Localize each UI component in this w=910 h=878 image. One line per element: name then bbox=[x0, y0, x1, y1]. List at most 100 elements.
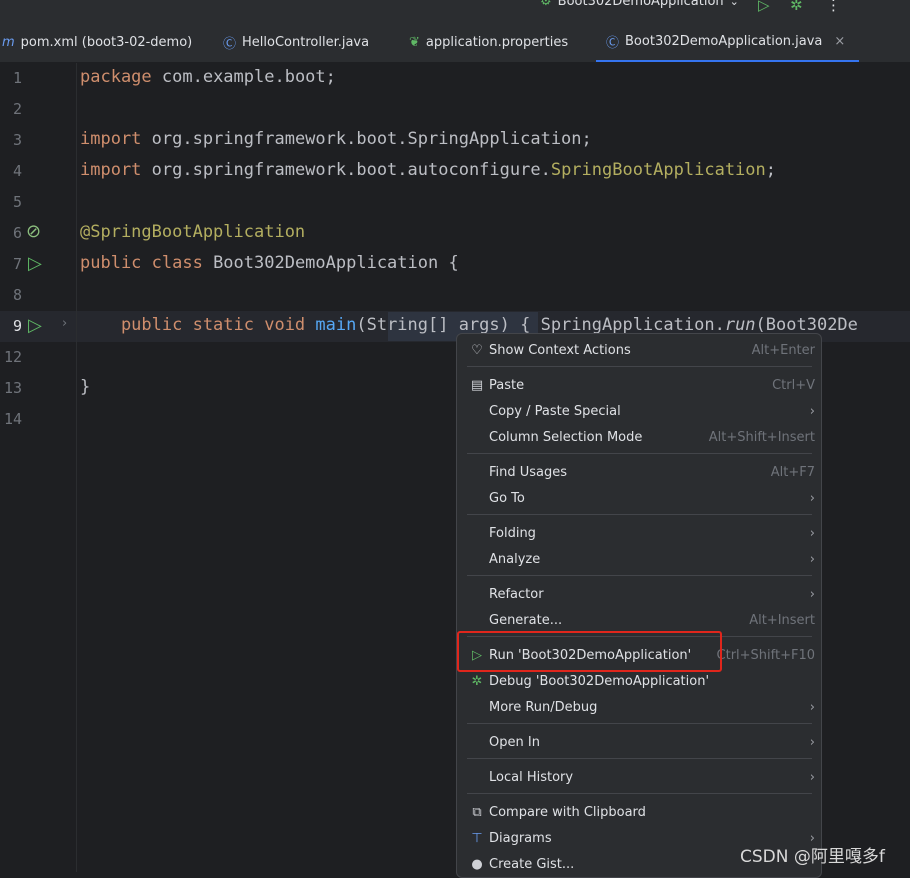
code-line-3: import org.springframework.boot.SpringAp… bbox=[80, 129, 592, 149]
line-number: 3 bbox=[12, 131, 22, 149]
line-number: 1 bbox=[12, 69, 22, 87]
keyword: public class bbox=[80, 253, 203, 273]
menu-item-show-context-actions[interactable]: ♡ Show Context Actions Alt+Enter bbox=[465, 337, 815, 363]
tab-label: Boot302DemoApplication.java bbox=[625, 33, 823, 49]
tab-pom-xml[interactable]: m pom.xml (boot3-02-demo) bbox=[2, 22, 192, 62]
chevron-right-icon: › bbox=[809, 490, 815, 506]
run-icon[interactable]: ▷ bbox=[758, 0, 770, 14]
run-configuration-selector[interactable]: ⚙ Boot302DemoApplication ⌄ bbox=[540, 0, 739, 9]
menu-item-go-to[interactable]: Go To › bbox=[465, 485, 815, 511]
menu-item-label: Paste bbox=[489, 377, 525, 393]
keyword: import bbox=[80, 160, 142, 180]
menu-separator bbox=[467, 758, 812, 759]
line-number: 6 bbox=[12, 224, 22, 242]
code-line-6: @SpringBootApplication bbox=[80, 222, 305, 242]
spring-class-icon: Ⓒ bbox=[606, 35, 620, 51]
method-name: main bbox=[305, 315, 357, 335]
menu-item-label: Debug 'Boot302DemoApplication' bbox=[489, 673, 710, 689]
line-number: 8 bbox=[12, 286, 22, 304]
code-text: (Boot302De bbox=[755, 315, 858, 335]
more-icon[interactable]: ⋮ bbox=[826, 0, 841, 14]
menu-item-shortcut: Ctrl+Shift+F10 bbox=[716, 647, 815, 663]
menu-item-compare-with-clipboard[interactable]: ⧉ Compare with Clipboard bbox=[465, 799, 815, 825]
menu-item-open-in[interactable]: Open In › bbox=[465, 729, 815, 755]
code-text: } bbox=[80, 377, 91, 397]
menu-item-shortcut: Ctrl+V bbox=[772, 377, 815, 393]
menu-item-shortcut: Alt+Insert bbox=[749, 612, 815, 628]
chevron-right-icon: › bbox=[809, 525, 815, 541]
code-line-13: } bbox=[80, 377, 90, 397]
menu-item-shortcut: Alt+Shift+Insert bbox=[708, 429, 815, 445]
tab-label: HelloController.java bbox=[242, 34, 370, 50]
spring-bean-icon[interactable]: ⊘ bbox=[26, 221, 41, 242]
chevron-right-icon: › bbox=[809, 586, 815, 602]
diagram-icon: ⊤ bbox=[471, 830, 483, 846]
lightbulb-icon: ♡ bbox=[471, 342, 483, 358]
line-number: 13 bbox=[3, 379, 22, 397]
chevron-right-icon: › bbox=[809, 403, 815, 419]
menu-item-local-history[interactable]: Local History › bbox=[465, 764, 815, 790]
menu-separator bbox=[467, 514, 812, 515]
menu-item-generate[interactable]: Generate... Alt+Insert bbox=[465, 607, 815, 633]
menu-item-label: Compare with Clipboard bbox=[489, 804, 646, 820]
watermark: CSDN @阿里嘎多f bbox=[740, 847, 885, 867]
tab-label: pom.xml (boot3-02-demo) bbox=[20, 34, 193, 50]
line-number: 4 bbox=[12, 162, 22, 180]
debug-icon: ✲ bbox=[471, 673, 483, 689]
keyword: public static void bbox=[80, 315, 306, 335]
tab-boot302-demo-application[interactable]: Ⓒ Boot302DemoApplication.java × bbox=[596, 22, 860, 62]
chevron-right-icon: › bbox=[809, 769, 815, 785]
menu-item-label: Local History bbox=[489, 769, 574, 785]
menu-item-folding[interactable]: Folding › bbox=[465, 520, 815, 546]
annotation-highlight-box bbox=[457, 631, 722, 672]
line-number: 12 bbox=[3, 348, 22, 366]
menu-item-shortcut: Alt+F7 bbox=[770, 464, 815, 480]
line-number: 9 bbox=[12, 317, 22, 335]
menu-item-column-selection-mode[interactable]: Column Selection Mode Alt+Shift+Insert bbox=[465, 424, 815, 450]
clipboard-icon: ▤ bbox=[470, 377, 484, 393]
debug-icon[interactable]: ✲ bbox=[790, 0, 803, 14]
code-text: ; bbox=[765, 160, 777, 180]
gutter-separator bbox=[76, 63, 77, 872]
menu-item-label: More Run/Debug bbox=[489, 699, 598, 715]
run-gutter-icon[interactable]: ▷ bbox=[28, 253, 42, 274]
menu-separator bbox=[467, 575, 812, 576]
keyword: import bbox=[80, 129, 142, 149]
menu-item-refactor[interactable]: Refactor › bbox=[465, 581, 815, 607]
close-icon[interactable]: × bbox=[834, 34, 845, 49]
menu-item-copy-paste-special[interactable]: Copy / Paste Special › bbox=[465, 398, 815, 424]
code-text: (String[] args) { SpringApplication. bbox=[356, 315, 725, 335]
chevron-down-icon: ⌄ bbox=[729, 0, 739, 8]
menu-item-find-usages[interactable]: Find Usages Alt+F7 bbox=[465, 459, 815, 485]
menu-item-more-run-debug[interactable]: More Run/Debug › bbox=[465, 694, 815, 720]
line-number: 5 bbox=[12, 193, 22, 211]
run-gutter-icon[interactable]: ▷ bbox=[28, 315, 42, 336]
menu-separator bbox=[467, 366, 812, 367]
menu-item-analyze[interactable]: Analyze › bbox=[465, 546, 815, 572]
menu-item-shortcut: Alt+Enter bbox=[751, 342, 815, 358]
code-line-9: public static void main(String[] args) {… bbox=[80, 315, 858, 335]
keyword: package bbox=[80, 67, 152, 87]
annotation-text: @SpringBootApplication bbox=[80, 222, 306, 242]
menu-item-paste[interactable]: ▤ Paste Ctrl+V bbox=[465, 372, 815, 398]
tab-hello-controller[interactable]: Ⓒ HelloController.java bbox=[223, 22, 369, 62]
chevron-right-icon: › bbox=[809, 699, 815, 715]
code-line-7: public class Boot302DemoApplication { bbox=[80, 253, 459, 273]
menu-item-label: Analyze bbox=[489, 551, 541, 567]
code-line-4: import org.springframework.boot.autoconf… bbox=[80, 160, 776, 180]
menu-item-label: Show Context Actions bbox=[489, 342, 631, 358]
menu-item-label: Column Selection Mode bbox=[489, 429, 643, 445]
class-icon: Ⓒ bbox=[223, 36, 237, 52]
context-menu: ♡ Show Context Actions Alt+Enter ▤ Paste… bbox=[456, 333, 822, 878]
title-toolbar: ⚙ Boot302DemoApplication ⌄ ▷ ✲ ⋮ bbox=[0, 0, 910, 22]
method-call: run bbox=[724, 315, 756, 335]
code-text: org.springframework.boot.autoconfigure. bbox=[141, 160, 551, 180]
tab-application-properties[interactable]: ❦ application.properties bbox=[409, 22, 568, 62]
fold-chevron-icon[interactable]: › bbox=[62, 316, 67, 331]
menu-item-label: Find Usages bbox=[489, 464, 568, 480]
menu-separator bbox=[467, 723, 812, 724]
menu-separator bbox=[467, 793, 812, 794]
menu-separator bbox=[467, 453, 812, 454]
menu-item-label: Copy / Paste Special bbox=[489, 403, 621, 419]
code-text: Boot302DemoApplication { bbox=[202, 253, 459, 273]
